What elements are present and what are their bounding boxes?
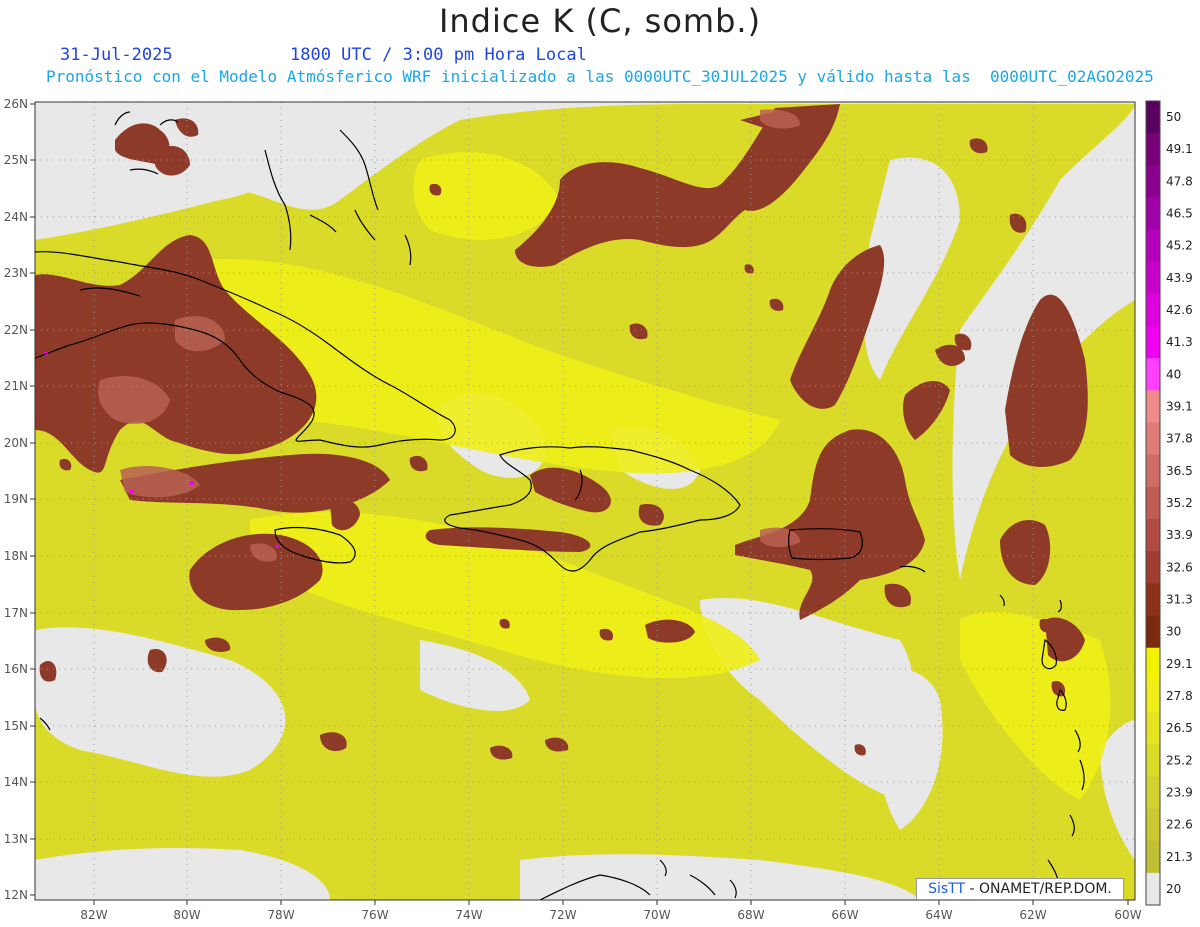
colorbar-swatch <box>1146 197 1160 231</box>
lat-label: 12N <box>4 888 28 902</box>
lon-label: 68W <box>737 908 764 922</box>
field-layer <box>35 102 1135 900</box>
lat-label: 15N <box>4 719 28 733</box>
colorbar-swatch <box>1146 551 1160 584</box>
lat-label: 24N <box>4 210 28 224</box>
lon-label: 78W <box>267 908 294 922</box>
lat-label: 14N <box>4 775 28 789</box>
k-index-map: 82W 80W 78W 76W 74W 72W 70W 68W 66W 64W … <box>4 97 1193 922</box>
colorbar-label: 30 <box>1166 625 1181 639</box>
colorbar-swatch <box>1146 647 1160 681</box>
credit-box: SisTT - ONAMET/REP.DOM. <box>916 878 1124 900</box>
lon-label: 66W <box>831 908 858 922</box>
colorbar-label: 47.8 <box>1166 174 1193 188</box>
brand-logo: SisTT <box>928 881 966 897</box>
lon-label: 82W <box>80 908 107 922</box>
colorbar-swatch <box>1146 583 1160 617</box>
colorbar-label: 21.3 <box>1166 850 1193 864</box>
colorbar-swatch <box>1146 358 1160 391</box>
lon-label: 70W <box>643 908 670 922</box>
colorbar: 50 49.1 47.8 46.5 45.2 43.9 42.6 41.3 40 39.1 37.8… <box>1145 100 1193 906</box>
lat-label: 26N <box>4 97 28 111</box>
colorbar-label: 46.5 <box>1166 207 1193 221</box>
colorbar-label: 50 <box>1166 110 1181 124</box>
colorbar-label: 42.6 <box>1166 303 1193 317</box>
colorbar-swatch <box>1146 615 1160 649</box>
lat-label: 19N <box>4 492 28 506</box>
colorbar-swatch <box>1146 808 1160 842</box>
colorbar-swatch <box>1146 293 1160 327</box>
colorbar-swatch <box>1146 712 1160 745</box>
lat-label: 25N <box>4 153 28 167</box>
credit-org: - ONAMET/REP.DOM. <box>965 881 1112 897</box>
colorbar-swatch <box>1146 519 1160 552</box>
lon-label: 72W <box>549 908 576 922</box>
colorbar-swatch <box>1146 872 1160 906</box>
lat-labels: 26N 25N 24N 23N 22N 21N 20N 19N 18N 17N … <box>4 97 28 902</box>
lat-label: 22N <box>4 323 28 337</box>
lat-label: 21N <box>4 379 28 393</box>
colorbar-swatch <box>1146 390 1160 424</box>
colorbar-label: 39.1 <box>1166 400 1193 414</box>
colorbar-label: 37.8 <box>1166 432 1193 446</box>
lon-label: 74W <box>455 908 482 922</box>
colorbar-swatch <box>1146 229 1160 263</box>
lon-label: 64W <box>925 908 952 922</box>
colorbar-label: 35.2 <box>1166 496 1193 510</box>
colorbar-label: 29.1 <box>1166 657 1193 671</box>
lat-label: 18N <box>4 549 28 563</box>
lat-label: 23N <box>4 266 28 280</box>
colorbar-swatch <box>1146 486 1160 520</box>
colorbar-label: 43.9 <box>1166 271 1193 285</box>
colorbar-label: 20 <box>1166 882 1181 896</box>
colorbar-label: 25.2 <box>1166 753 1193 767</box>
colorbar-swatch <box>1146 261 1160 295</box>
lat-label: 20N <box>4 436 28 450</box>
colorbar-label: 45.2 <box>1166 239 1193 253</box>
colorbar-swatch <box>1146 776 1160 810</box>
colorbar-label: 26.5 <box>1166 721 1193 735</box>
colorbar-label: 40 <box>1166 367 1181 381</box>
colorbar-swatch <box>1146 679 1160 713</box>
colorbar-label: 33.9 <box>1166 528 1193 542</box>
lon-labels: 82W 80W 78W 76W 74W 72W 70W 68W 66W 64W … <box>80 908 1141 922</box>
lon-label: 60W <box>1114 908 1141 922</box>
colorbar-label: 32.6 <box>1166 560 1193 574</box>
colorbar-label: 36.5 <box>1166 464 1193 478</box>
colorbar-label: 22.6 <box>1166 818 1193 832</box>
colorbar-label: 23.9 <box>1166 785 1193 799</box>
lat-label: 17N <box>4 606 28 620</box>
lat-label: 13N <box>4 832 28 846</box>
colorbar-label: 49.1 <box>1166 142 1193 156</box>
lat-label: 16N <box>4 662 28 676</box>
colorbar-swatch <box>1146 326 1160 359</box>
colorbar-swatch <box>1146 744 1160 777</box>
lon-label: 76W <box>361 908 388 922</box>
colorbar-swatch <box>1146 165 1160 198</box>
lon-label: 62W <box>1019 908 1046 922</box>
colorbar-swatch <box>1146 454 1160 488</box>
lon-label: 80W <box>173 908 200 922</box>
colorbar-swatch <box>1146 101 1160 134</box>
colorbar-swatch <box>1146 133 1160 166</box>
colorbar-label: 41.3 <box>1166 335 1193 349</box>
colorbar-swatch <box>1146 422 1160 456</box>
colorbar-swatch <box>1146 840 1160 874</box>
colorbar-label: 27.8 <box>1166 689 1193 703</box>
colorbar-label: 31.3 <box>1166 593 1193 607</box>
